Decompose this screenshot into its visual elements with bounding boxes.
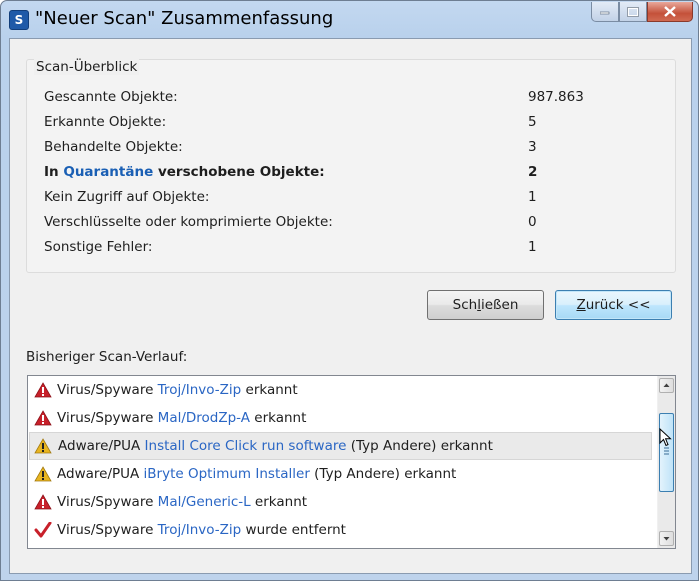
scroll-up-button[interactable] [659,378,674,393]
threat-link[interactable]: Troj/Invo-Zip [158,382,242,398]
error-icon [34,410,52,426]
caption-buttons [591,2,693,23]
item-status: erkannt [250,410,307,426]
close-button[interactable]: Schließen [427,290,544,320]
threat-link[interactable]: Mal/DrodZp-A [158,410,250,426]
stat-label: Gescannte Objekte: [44,89,178,105]
list-item[interactable]: Adware/PUA iBryte Optimum Installer (Typ… [29,460,652,488]
dialog-content: Scan-Überblick Gescannte Objekte: 987.86… [9,38,692,574]
item-type: Virus/Spyware [57,382,158,398]
stat-label: Sonstige Fehler: [44,239,153,255]
threat-link[interactable]: Troj/Invo-Zip [158,522,242,538]
item-type: Virus/Spyware [57,494,158,510]
scan-statistics: Gescannte Objekte: 987.863 Erkannte Obje… [44,88,604,263]
label-part: ießen [480,297,519,313]
stat-value: 3 [528,139,537,155]
sophos-shield-icon: S [9,10,29,30]
stat-row-other-errors: Sonstige Fehler: 1 [44,238,604,263]
list-item[interactable]: Virus/Spyware Mal/Generic-L erkannt [29,488,652,516]
stat-label: Verschlüsselte oder komprimierte Objekte… [44,214,333,230]
stat-row-treated: Behandelte Objekte: 3 [44,138,604,163]
dialog-window: S "Neuer Scan" Zusammenfassung Scan-Über… [0,0,699,581]
maximize-button[interactable] [619,2,647,22]
list-item[interactable]: Virus/Spyware Troj/Invo-Zip erkannt [29,376,652,404]
window-title: "Neuer Scan" Zusammenfassung [35,8,334,29]
item-type: Virus/Spyware [57,410,158,426]
item-type: Adware/PUA [58,438,145,454]
warning-icon [34,438,52,454]
stat-value: 987.863 [528,89,584,105]
item-type: Adware/PUA [57,466,144,482]
stat-label: In Quarantäne verschobene Objekte: [44,163,325,182]
scan-history-list[interactable]: Virus/Spyware Troj/Invo-Zip erkannt Viru… [27,375,676,549]
item-status: (Typ Andere) erkannt [346,438,493,454]
item-type: Virus/Spyware [57,522,158,538]
maximize-icon [627,6,639,17]
scan-overview-title: Scan-Überblick [34,59,140,75]
arrow-up-icon [663,383,670,387]
item-status: (Typ Andere) erkannt [309,466,457,482]
stat-row-encrypted: Verschlüsselte oder komprimierte Objekte… [44,213,604,238]
stat-label-suffix: verschobene Objekte: [153,164,325,180]
item-status: erkannt [241,382,298,398]
label-part: urück << [585,297,651,313]
error-icon [34,494,52,510]
scroll-thumb[interactable] [659,413,674,492]
stat-row-quarantined: In Quarantäne verschobene Objekte: 2 [44,163,604,188]
stat-row-no-access: Kein Zugriff auf Objekte: 1 [44,188,604,213]
back-button-label: Zurück << [576,297,650,313]
back-button[interactable]: Zurück << [555,290,672,320]
stat-value: 0 [528,214,537,230]
stat-label: Kein Zugriff auf Objekte: [44,189,210,205]
stat-value: 1 [528,239,537,255]
mnemonic: Z [576,297,586,313]
stat-value: 5 [528,114,537,130]
mouse-cursor-icon [659,428,672,447]
stat-value: 2 [528,164,538,180]
stat-row-detected: Erkannte Objekte: 5 [44,113,604,138]
item-status: wurde entfernt [241,522,346,538]
warning-icon [34,466,52,482]
checkmark-icon [34,522,52,538]
close-icon [664,6,676,17]
close-button-label: Schließen [453,297,519,313]
list-item[interactable]: Virus/Spyware Troj/Invo-Zip wurde entfer… [29,516,652,544]
vertical-scrollbar[interactable] [657,376,675,548]
minimize-button[interactable] [591,2,619,22]
quarantine-link[interactable]: Quarantäne [63,164,153,180]
close-window-button[interactable] [647,2,693,22]
scroll-down-button[interactable] [659,531,674,546]
arrow-down-icon [663,537,670,541]
grip-icon [664,447,669,455]
stat-value: 1 [528,189,537,205]
list-item[interactable]: Adware/PUA Install Core Click run softwa… [29,432,652,460]
threat-link[interactable]: Mal/Generic-L [158,494,251,510]
stat-label-prefix: In [44,164,64,180]
threat-link[interactable]: iBryte Optimum Installer [144,466,310,482]
threat-link[interactable]: Install Core Click run software [145,438,347,454]
minimize-icon [600,11,610,14]
label-part: Sch [452,297,478,313]
error-icon [34,382,52,398]
stat-label: Behandelte Objekte: [44,139,183,155]
history-label: Bisheriger Scan-Verlauf: [26,349,188,365]
stat-label: Erkannte Objekte: [44,114,167,130]
item-status: erkannt [250,494,308,510]
stat-row-scanned: Gescannte Objekte: 987.863 [44,88,604,113]
list-item[interactable]: Virus/Spyware Mal/DrodZp-A erkannt [29,404,652,432]
title-bar[interactable]: S "Neuer Scan" Zusammenfassung [1,1,698,37]
